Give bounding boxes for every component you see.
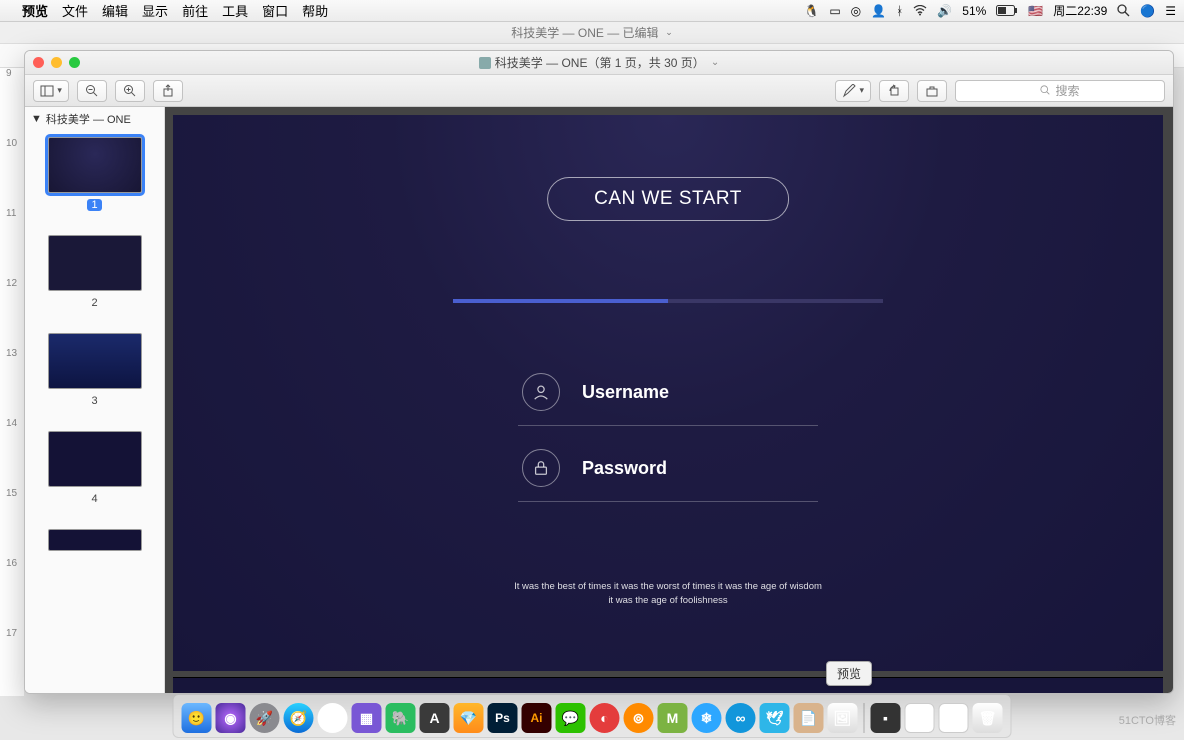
status-app-icon[interactable]: 🔵 <box>1140 4 1155 18</box>
status-volume-icon[interactable]: 🔊 <box>937 4 952 18</box>
cta-button: CAN WE START <box>547 177 789 221</box>
dock-chrome[interactable]: ◯ <box>318 703 348 733</box>
dock-minimized-3[interactable]: ▫ <box>939 703 969 733</box>
preview-window: 科技美学 — ONE（第 1 页，共 30 页） ⌄ ▾ ▾ 搜索 <box>24 50 1174 694</box>
thumbnail-1[interactable]: 1 <box>25 131 164 229</box>
search-placeholder: 搜索 <box>1055 82 1079 99</box>
title-dropdown-icon[interactable]: ⌄ <box>711 57 719 68</box>
notification-center-icon[interactable]: ☰ <box>1165 4 1176 18</box>
dock-wechat[interactable]: 💬 <box>556 703 586 733</box>
dock-tooltip: 预览 <box>826 661 872 686</box>
quote-text: It was the best of times it was the wors… <box>458 580 878 607</box>
dock-baidu[interactable]: ∞ <box>726 703 756 733</box>
window-titlebar[interactable]: 科技美学 — ONE（第 1 页，共 30 页） ⌄ <box>25 51 1173 75</box>
next-slide-peek <box>173 677 1163 693</box>
password-row: Password <box>518 449 818 502</box>
markup-button[interactable]: ▾ <box>835 80 871 102</box>
dock-app-bird[interactable]: 🕊 <box>760 703 790 733</box>
dock-illustrator[interactable]: Ai <box>522 703 552 733</box>
dock-photoshop[interactable]: Ps <box>488 703 518 733</box>
preview-toolbar: ▾ ▾ 搜索 <box>25 75 1173 107</box>
dock-app-a[interactable]: A <box>420 703 450 733</box>
dock-app-red[interactable]: ◐ <box>590 703 620 733</box>
rotate-button[interactable] <box>879 80 909 102</box>
status-qq-icon[interactable]: 🐧 <box>804 4 819 18</box>
dock-evernote[interactable]: 🐘 <box>386 703 416 733</box>
toolbox-button[interactable] <box>917 80 947 102</box>
watermark: 51CTO博客 <box>1119 712 1176 728</box>
document-canvas[interactable]: CAN WE START Username Password It was th… <box>165 107 1173 693</box>
window-title: 科技美学 — ONE（第 1 页，共 30 页） <box>495 54 705 71</box>
username-label: Username <box>582 382 669 403</box>
username-row: Username <box>518 373 818 426</box>
password-label: Password <box>582 458 667 479</box>
search-input[interactable]: 搜索 <box>955 80 1165 102</box>
status-bluetooth-icon[interactable]: ᚼ <box>896 4 903 18</box>
lock-icon <box>522 449 560 487</box>
menu-help[interactable]: 帮助 <box>302 1 328 20</box>
document-proxy-icon[interactable] <box>479 57 491 69</box>
dock-sketch[interactable]: 💎 <box>454 703 484 733</box>
progress-bar <box>453 299 883 303</box>
status-input-flag-icon[interactable]: 🇺🇸 <box>1028 4 1043 18</box>
dock-minimized-2[interactable]: ▫ <box>905 703 935 733</box>
menu-window[interactable]: 窗口 <box>262 1 288 20</box>
slide-content: CAN WE START Username Password It was th… <box>173 115 1163 671</box>
dock-launchpad[interactable]: 🚀 <box>250 703 280 733</box>
dock-siri[interactable]: ◉ <box>216 703 246 733</box>
thumbnail-2[interactable]: 2 <box>25 229 164 327</box>
thumbnail-5[interactable] <box>25 523 164 569</box>
close-button[interactable] <box>33 57 44 68</box>
dock-trash[interactable]: 🗑 <box>973 703 1003 733</box>
dock-app-m[interactable]: M <box>658 703 688 733</box>
sidebar-toggle-button[interactable]: ▾ <box>33 80 69 102</box>
menu-view[interactable]: 显示 <box>142 1 168 20</box>
disclosure-triangle-icon[interactable]: ▼ <box>31 113 42 125</box>
background-window-title: 科技美学 — ONE — 已编辑 ⌄ <box>0 22 1184 44</box>
thumbnail-3[interactable]: 3 <box>25 327 164 425</box>
dock-preview[interactable]: 🖼 <box>828 703 858 733</box>
thumbnail-4[interactable]: 4 <box>25 425 164 523</box>
menu-tools[interactable]: 工具 <box>222 1 248 20</box>
status-display-icon[interactable]: ▭ <box>829 4 840 18</box>
dock-minimized-1[interactable]: ▪ <box>871 703 901 733</box>
thumbnails-sidebar[interactable]: ▼ 科技美学 — ONE 1 2 3 4 <box>25 107 165 693</box>
macos-menubar: 预览 文件 编辑 显示 前往 工具 窗口 帮助 🐧 ▭ ◎ 👤 ᚼ 🔊 51% … <box>0 0 1184 22</box>
zoom-button[interactable] <box>69 57 80 68</box>
status-cc-icon[interactable]: ◎ <box>851 4 861 18</box>
dock-separator <box>864 703 865 733</box>
zoom-out-button[interactable] <box>77 80 107 102</box>
status-wifi-icon[interactable] <box>913 5 927 16</box>
status-battery-icon[interactable] <box>996 5 1018 16</box>
dock-app-purple[interactable]: ▦ <box>352 703 382 733</box>
dock-app-orange[interactable]: ⊚ <box>624 703 654 733</box>
share-button[interactable] <box>153 80 183 102</box>
user-icon <box>522 373 560 411</box>
minimize-button[interactable] <box>51 57 62 68</box>
status-clock[interactable]: 周二22:39 <box>1053 2 1107 19</box>
dock-app-snow[interactable]: ❄ <box>692 703 722 733</box>
status-battery-pct[interactable]: 51% <box>962 4 986 18</box>
menu-go[interactable]: 前往 <box>182 1 208 20</box>
spotlight-icon[interactable] <box>1117 4 1130 17</box>
menu-edit[interactable]: 编辑 <box>102 1 128 20</box>
dock-finder[interactable]: 🙂 <box>182 703 212 733</box>
status-user-icon[interactable]: 👤 <box>871 4 886 18</box>
dock-app-pdf[interactable]: 📄 <box>794 703 824 733</box>
background-gutter: 91011 121314 151617 <box>0 68 24 696</box>
sidebar-document-header[interactable]: ▼ 科技美学 — ONE <box>25 107 164 131</box>
dock-safari[interactable]: 🧭 <box>284 703 314 733</box>
dock: 🙂 ◉ 🚀 🧭 ◯ ▦ 🐘 A 💎 Ps Ai 💬 ◐ ⊚ M ❄ ∞ 🕊 📄 … <box>173 694 1012 738</box>
menu-file[interactable]: 文件 <box>62 1 88 20</box>
zoom-in-button[interactable] <box>115 80 145 102</box>
app-name[interactable]: 预览 <box>22 1 48 20</box>
